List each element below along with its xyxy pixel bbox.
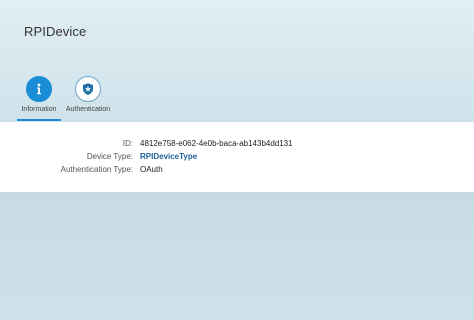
device-type-label: Device Type: <box>86 152 133 161</box>
empty-background-area <box>0 192 474 320</box>
details-panel: ID: 4812e758-e062-4e0b-baca-ab143b4dd131… <box>0 122 474 192</box>
tab-selected-indicator <box>17 119 61 121</box>
page-title: RPIDevice <box>24 24 87 39</box>
page-header: RPIDevice Information Authentication <box>0 0 474 122</box>
auth-type-label: Authentication Type: <box>60 165 133 174</box>
tab-information[interactable]: Information <box>17 76 61 113</box>
id-label: ID: <box>122 139 133 148</box>
auth-type-value: OAuth <box>140 165 163 174</box>
tab-authentication[interactable]: Authentication <box>62 76 114 113</box>
badge-icon <box>75 76 101 102</box>
tab-information-label: Information <box>21 106 57 113</box>
info-icon <box>26 76 52 102</box>
device-type-link[interactable]: RPIDeviceType <box>140 152 197 162</box>
id-value: 4812e758-e062-4e0b-baca-ab143b4dd131 <box>140 139 293 148</box>
tab-authentication-label: Authentication <box>65 106 111 113</box>
